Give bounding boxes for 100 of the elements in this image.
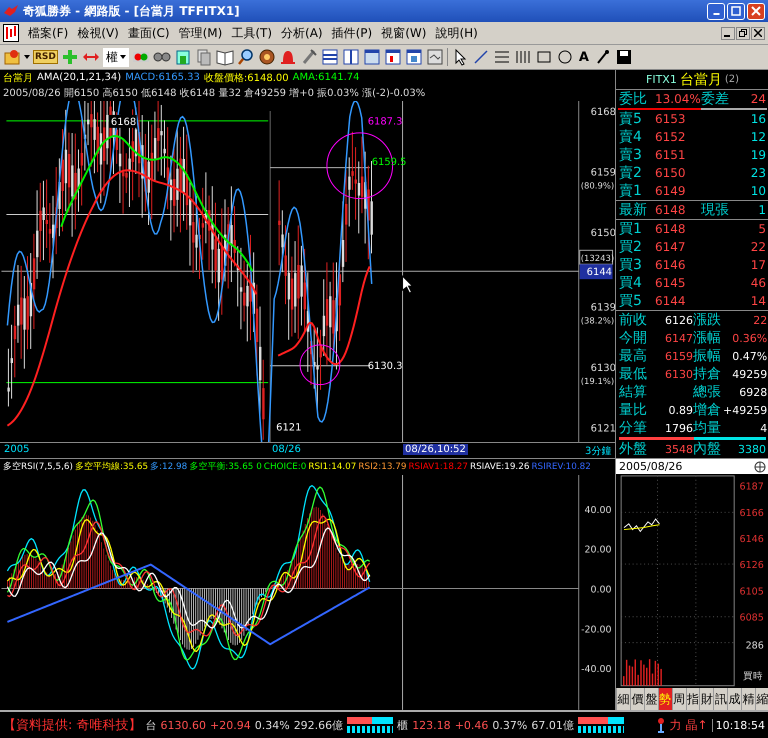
columns-icon[interactable] [342,48,360,66]
window-title: 奇狐勝券 - 網路版 - [台當月 TFFITX1] [23,2,241,20]
field-label: 持倉 [693,365,722,384]
legend-text: CHOICE:0 [264,462,306,472]
legend-text: RSI1:14.07 [308,462,356,472]
bid-volume: 46 [750,276,766,290]
close-icon [751,6,761,16]
index-name: 櫃 [397,718,408,732]
menu-item[interactable]: 畫面(C) [124,24,174,42]
axis-label: 40.00 [584,504,612,516]
axis-label: 6166 [739,508,764,520]
ask-label: 賣5 [619,110,643,128]
rsd-button[interactable]: RSD [33,50,58,64]
legend-text: AMA:6141.74 [292,72,360,84]
ohlc-info-text: 2005/08/26 開6150 高6150 低6148 收6148 量32 倉49259 增+0 振0.03% 漲(-2)-0.03% [2,86,426,101]
crosshair-icon[interactable] [754,460,766,473]
field-label: 現張 [701,201,730,220]
index-change: +0.46 [454,718,488,732]
legend-text: 收盤價格:6148.00 [204,72,289,85]
menu-item[interactable]: 檢視(V) [73,24,123,42]
average-line [624,524,660,530]
field-value: 6159 [664,350,693,363]
clock-text: 10:18:54 [712,718,765,732]
inner-volume: 3380 [737,442,766,456]
panel-tab[interactable]: 勢 [658,688,672,710]
field-label: 最新 [619,201,648,220]
menu-item[interactable]: 分析(A) [277,24,327,42]
menu-item[interactable]: 說明(H) [431,24,482,42]
window-icon[interactable] [362,48,381,66]
line-tool-icon[interactable] [472,48,490,66]
field-value: 6147 [664,332,693,345]
volume-bars-drawing [623,660,662,686]
bid-price: 6144 [655,294,687,308]
legend-text: RSIAV1:18.27 [408,462,468,472]
symbol-text: FITX1 [646,73,677,86]
fox-logo-icon [3,3,19,19]
search-icon[interactable] [236,48,255,66]
time-mode-label: 買時 [742,671,763,682]
restore-button[interactable] [736,26,750,40]
field-value: 4 [759,422,768,435]
menu-item[interactable]: 工具(T) [227,24,276,42]
highlight-circle [300,344,340,386]
bars-icon[interactable] [514,48,532,66]
ask-label: 賣3 [619,146,643,164]
index-value: 6130.60 [160,718,206,732]
bid-volume: 14 [750,294,766,308]
legend-text: 多空平衡:35.65 0 [189,461,262,474]
text-tool-button[interactable]: A [576,50,591,64]
field-label: 漲跌 [693,311,722,330]
window-icon[interactable] [384,48,402,66]
field-value: 6928 [738,386,768,399]
bid-label: 買1 [619,220,643,238]
minimize-button[interactable] [721,26,735,40]
ask-volume: 12 [750,130,766,144]
axis-label: -20.00 [581,624,612,636]
time-label: 08/26 [272,444,301,456]
axis-label: -40.00 [581,664,612,676]
ask-label: 賣1 [619,182,643,200]
bid-label: 買2 [619,238,643,256]
window-icon[interactable] [404,48,423,66]
menu-item[interactable]: 檔案(F) [24,24,72,42]
rights-dropdown[interactable]: 權 [102,48,129,66]
book-icon[interactable] [216,48,234,66]
outer-volume: 3548 [664,442,693,456]
window-icon[interactable] [426,48,444,66]
time-label: 2005 [4,444,30,456]
caret-icon[interactable] [24,55,30,59]
ask-price: 6149 [655,184,687,198]
field-label: 振幅 [693,347,722,366]
menu-item[interactable]: 視窗(W) [377,24,430,42]
tray-text: 力 [670,716,682,734]
price-label: 6150 [590,228,615,240]
mouse-pointer-icon [402,274,414,294]
menu-item[interactable]: 插件(P) [328,24,376,42]
bid-volume: 5 [757,222,766,236]
rows-icon[interactable] [320,48,339,66]
maximize-button[interactable] [727,2,745,20]
field-label: 量比 [619,401,648,420]
legend-text: 多空平均線:35.65 [74,461,148,474]
field-value: 1796 [664,422,693,435]
tray-text: 晶↑ [686,716,708,734]
price-label: 6121 [590,424,615,434]
index-bar [347,717,394,733]
close-button[interactable] [751,26,765,40]
axis-label: 0.00 [590,584,612,596]
bid-label: 買5 [619,292,643,310]
date-label: 2005/08/26 [619,460,682,474]
ask-label: 賣4 [619,128,643,146]
ask-price: 6150 [655,166,687,180]
circle-icon[interactable] [556,48,574,66]
field-label: 委差 [701,90,730,108]
documents-icon[interactable] [194,48,213,66]
field-label: 最高 [619,347,648,366]
field-label: 外盤 [619,440,648,458]
menu-item[interactable]: 管理(M) [174,24,226,42]
legend-text: RSI2:13.79 [358,462,406,472]
price-annotation: 6187.3 [368,116,402,128]
price-label: 6168 [590,106,615,118]
price-label: 6139 [590,302,615,314]
period-label: 3分鐘 [585,445,612,458]
